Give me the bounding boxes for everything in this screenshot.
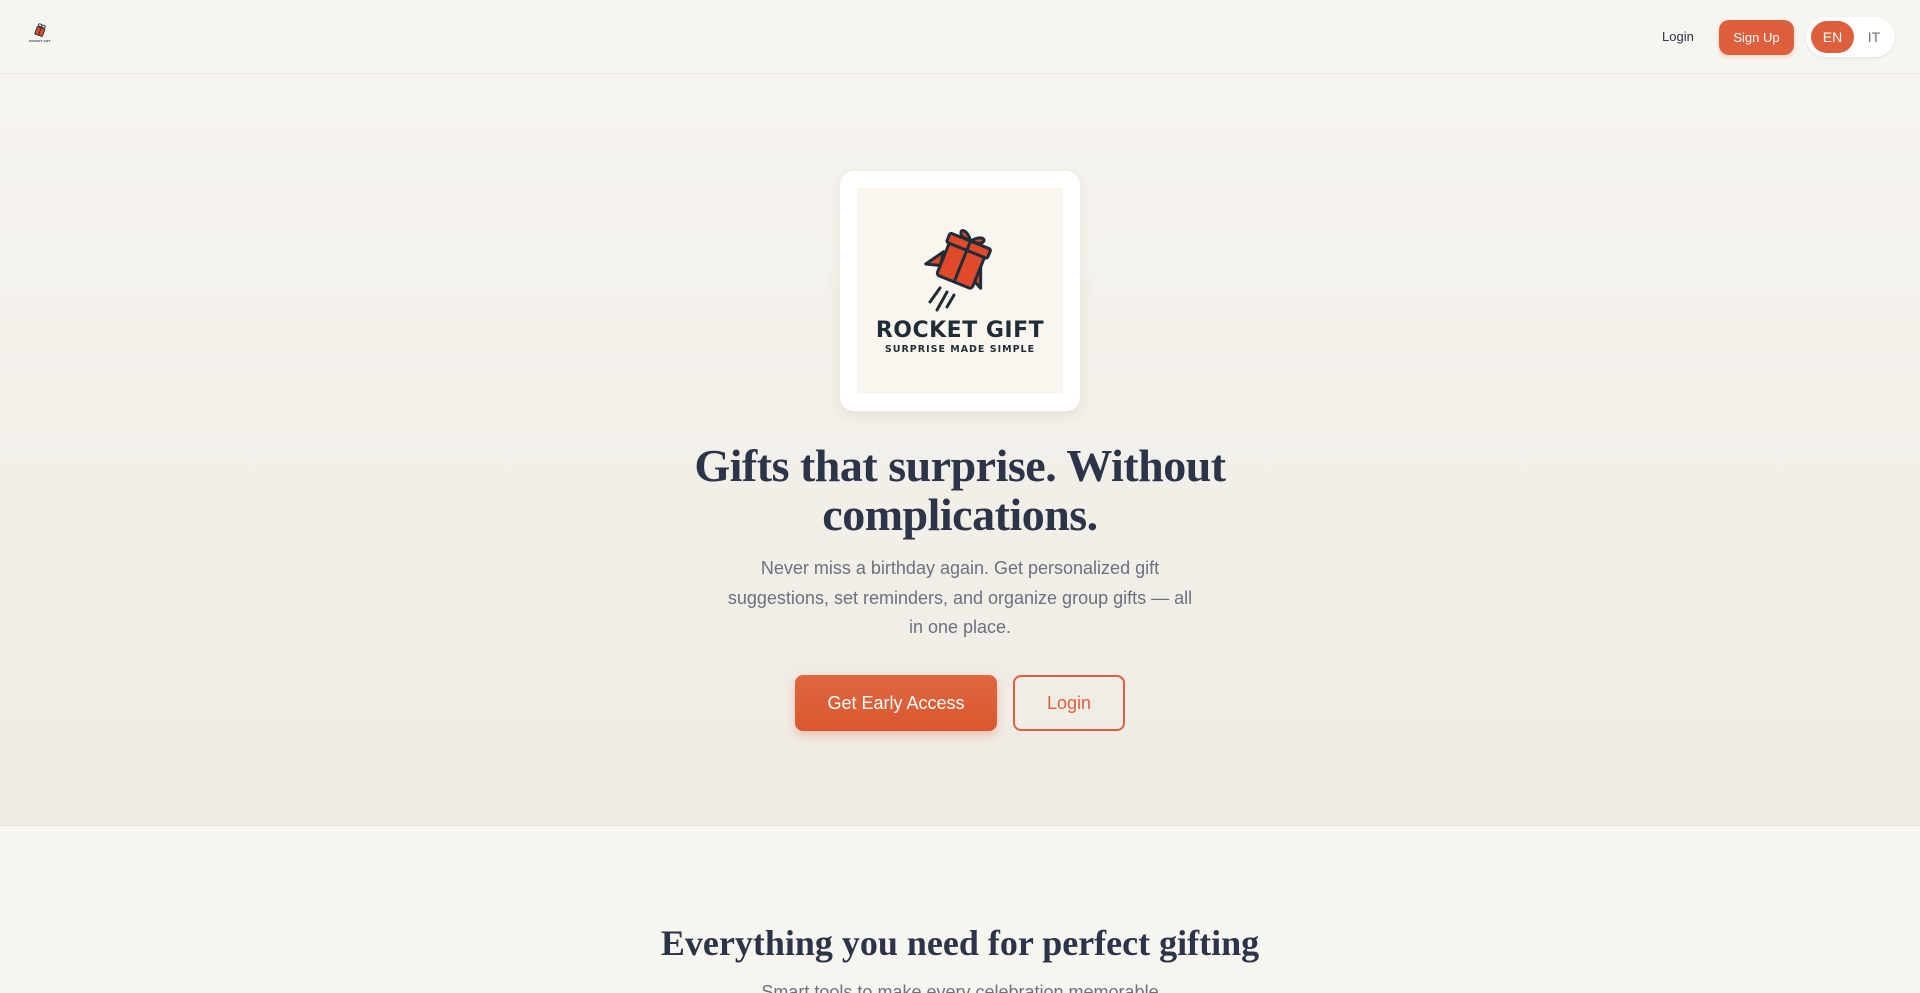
nav-login-link[interactable]: Login bbox=[1648, 24, 1708, 50]
signup-button[interactable]: Sign Up bbox=[1719, 20, 1794, 55]
top-navbar: ROCKET GIFT Login Sign Up EN IT bbox=[0, 0, 1920, 74]
hero-logo-card: ROCKET GIFT SURPRISE MADE SIMPLE bbox=[840, 171, 1080, 411]
hero-brand-name: ROCKET GIFT bbox=[875, 318, 1045, 343]
get-early-access-button[interactable]: Get Early Access bbox=[795, 675, 997, 731]
nav-logo[interactable]: ROCKET GIFT bbox=[25, 22, 55, 50]
language-option-en[interactable]: EN bbox=[1811, 21, 1854, 53]
features-title: Everything you need for perfect gifting bbox=[660, 923, 1260, 963]
hero-section: ROCKET GIFT SURPRISE MADE SIMPLE Gifts t… bbox=[0, 75, 1920, 826]
rocket-gift-icon bbox=[924, 229, 992, 312]
language-option-it[interactable]: IT bbox=[1858, 21, 1890, 53]
rocket-gift-logo-icon bbox=[34, 23, 46, 37]
hero-login-button[interactable]: Login bbox=[1013, 675, 1125, 731]
hero-subtitle: Never miss a birthday again. Get persona… bbox=[727, 558, 1193, 637]
hero-brand-tagline: SURPRISE MADE SIMPLE bbox=[884, 344, 1036, 355]
language-switcher: EN IT bbox=[1806, 17, 1895, 57]
hero-logo: ROCKET GIFT SURPRISE MADE SIMPLE bbox=[857, 188, 1063, 394]
nav-logo-text: ROCKET GIFT bbox=[29, 39, 51, 43]
hero-title: Gifts that surprise. Without complicatio… bbox=[694, 440, 1226, 540]
features-subtitle: Smart tools to make every celebration me… bbox=[761, 982, 1159, 993]
